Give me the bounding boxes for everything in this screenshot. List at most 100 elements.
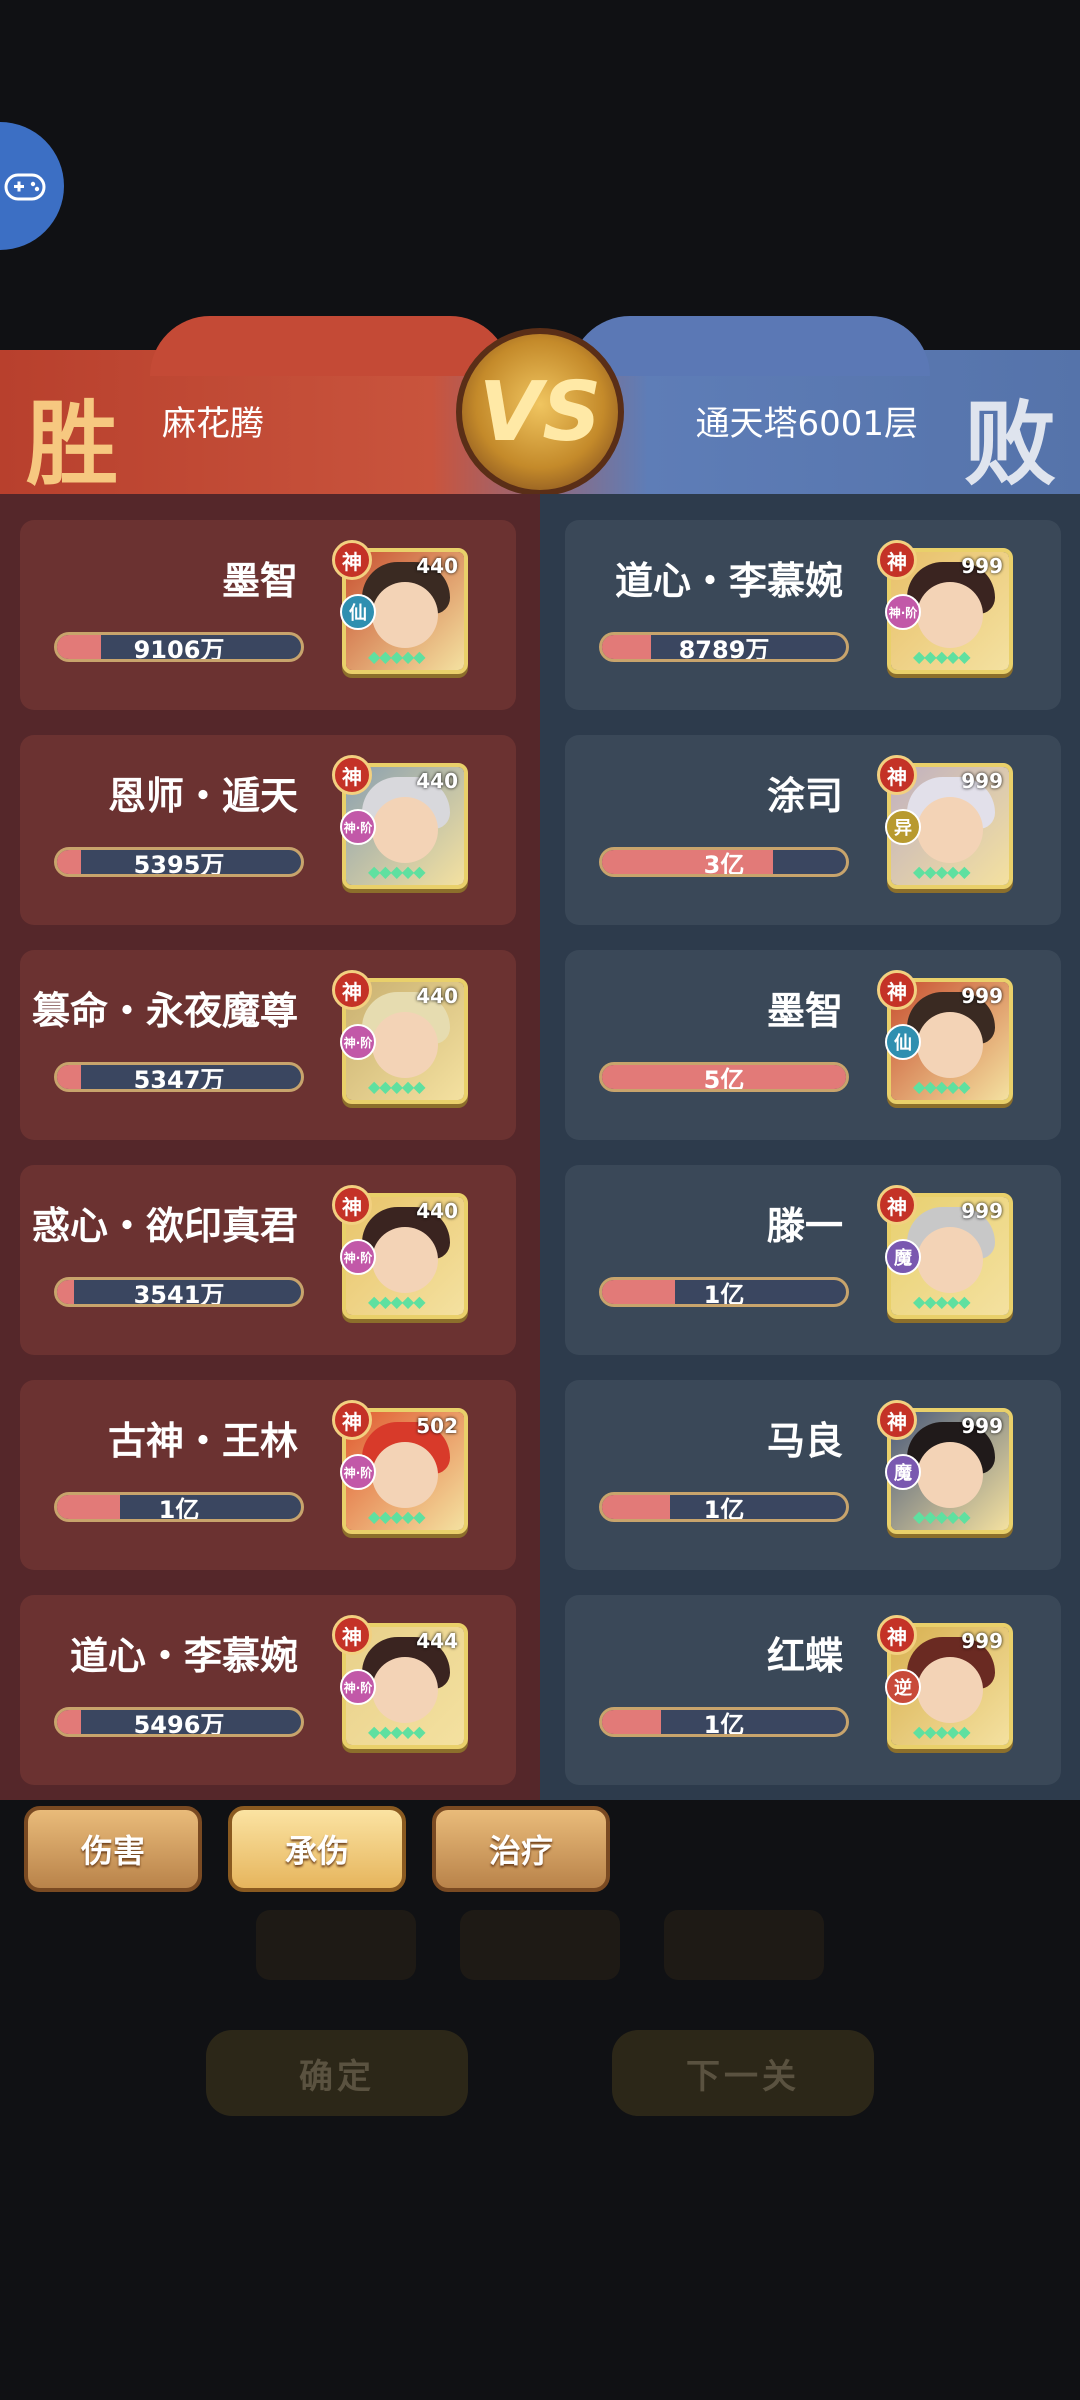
damage-bar: 5395万 xyxy=(54,847,304,877)
hero-level: 999 xyxy=(961,984,1003,1008)
portrait-face xyxy=(372,582,438,648)
enemy-hero-card[interactable]: 墨智 5亿 999 ◆◆◆◆◆ 神仙 xyxy=(565,950,1061,1140)
god-rank-icon: 神 xyxy=(877,755,917,795)
hero-name: 涂司 xyxy=(766,774,843,818)
flame-decoration-right xyxy=(570,316,930,376)
star-rank-icon: ◆◆◆◆◆ xyxy=(913,862,971,881)
star-rank-icon: ◆◆◆◆◆ xyxy=(913,1292,971,1311)
victory-label: 胜 xyxy=(26,390,119,498)
enemy-column: 道心・李慕婉 8789万 999 ◆◆◆◆◆ 神神·阶 涂司 3亿 999 ◆◆◆◆◆ 神异墨智 5… xyxy=(540,494,1080,1800)
enemy-hero-card[interactable]: 马良 1亿 999 ◆◆◆◆◆ 神魔 xyxy=(565,1380,1061,1570)
enemy-hero-card[interactable]: 红蝶 1亿 999 ◆◆◆◆◆ 神逆 xyxy=(565,1595,1061,1785)
defeat-label: 败 xyxy=(963,390,1056,498)
tab-damage-taken[interactable]: 承伤 xyxy=(228,1806,406,1892)
hero-level: 440 xyxy=(416,554,458,578)
tab-damage[interactable]: 伤害 xyxy=(24,1806,202,1892)
damage-bar: 1亿 xyxy=(54,1492,304,1522)
hero-name: 滕一 xyxy=(766,1204,843,1248)
race-badge-icon: 神·阶 xyxy=(340,1239,376,1275)
star-rank-icon: ◆◆◆◆◆ xyxy=(368,647,426,666)
hero-name: 道心・李慕婉 xyxy=(69,1634,298,1678)
race-badge-icon: 神·阶 xyxy=(340,809,376,845)
enemy-hero-card[interactable]: 滕一 1亿 999 ◆◆◆◆◆ 神魔 xyxy=(565,1165,1061,1355)
hero-name: 古神・王林 xyxy=(107,1419,298,1463)
damage-value: 5347万 xyxy=(133,1065,225,1092)
hero-name: 道心・李慕婉 xyxy=(614,559,843,603)
hero-name: 马良 xyxy=(766,1419,843,1463)
race-badge-icon: 异 xyxy=(885,809,921,845)
ally-hero-card[interactable]: 篡命・永夜魔尊 5347万 440 ◆◆◆◆◆ 神神·阶 xyxy=(20,950,516,1140)
portrait-face xyxy=(917,1012,983,1078)
damage-value: 1亿 xyxy=(703,1495,745,1522)
hero-level: 999 xyxy=(961,769,1003,793)
god-rank-icon: 神 xyxy=(877,1615,917,1655)
god-rank-icon: 神 xyxy=(332,540,372,580)
gamepad-icon xyxy=(4,173,46,201)
hero-name: 红蝶 xyxy=(766,1634,843,1678)
portrait-face xyxy=(372,797,438,863)
ally-column: 墨智 9106万 440 ◆◆◆◆◆ 神仙恩师・遁天 5395万 440 ◆◆◆◆◆ 神神·阶篡… xyxy=(0,494,540,1800)
damage-bar: 5347万 xyxy=(54,1062,304,1092)
star-rank-icon: ◆◆◆◆◆ xyxy=(368,1077,426,1096)
floating-gamepad-button[interactable] xyxy=(0,122,64,250)
confirm-button: 确定 xyxy=(206,2030,468,2116)
damage-value: 1亿 xyxy=(158,1495,200,1522)
ally-hero-card[interactable]: 古神・王林 1亿 502 ◆◆◆◆◆ 神神·阶 xyxy=(20,1380,516,1570)
god-rank-icon: 神 xyxy=(332,755,372,795)
ally-hero-card[interactable]: 墨智 9106万 440 ◆◆◆◆◆ 神仙 xyxy=(20,520,516,710)
hero-name: 墨智 xyxy=(766,989,843,1033)
portrait-face xyxy=(372,1227,438,1293)
portrait-face xyxy=(372,1012,438,1078)
damage-bar: 5496万 xyxy=(54,1707,304,1737)
hero-level: 999 xyxy=(961,554,1003,578)
star-rank-icon: ◆◆◆◆◆ xyxy=(913,1077,971,1096)
hero-name: 篡命・永夜魔尊 xyxy=(31,989,298,1033)
god-rank-icon: 神 xyxy=(332,1400,372,1440)
enemy-hero-card[interactable]: 涂司 3亿 999 ◆◆◆◆◆ 神异 xyxy=(565,735,1061,925)
stat-type-tabs: 伤害 承伤 治疗 xyxy=(0,1806,610,1902)
race-badge-icon: 神·阶 xyxy=(885,594,921,630)
battle-stats-panel: 胜 麻花腾 VS 通天塔6001层 败 墨智 9106万 440 ◆◆◆◆◆ 神仙恩师・… xyxy=(0,316,1080,1950)
player-name: 麻花腾 xyxy=(162,404,264,444)
god-rank-icon: 神 xyxy=(332,1185,372,1225)
portrait-face xyxy=(917,1442,983,1508)
portrait-face xyxy=(372,1442,438,1508)
god-rank-icon: 神 xyxy=(877,1400,917,1440)
hero-level: 444 xyxy=(416,1629,458,1653)
damage-bar: 9106万 xyxy=(54,632,304,662)
flame-decoration-left xyxy=(150,316,510,376)
hero-name: 墨智 xyxy=(221,559,298,603)
ally-hero-card[interactable]: 道心・李慕婉 5496万 444 ◆◆◆◆◆ 神神·阶 xyxy=(20,1595,516,1785)
damage-value: 9106万 xyxy=(133,635,225,662)
race-badge-icon: 神·阶 xyxy=(340,1454,376,1490)
race-badge-icon: 魔 xyxy=(885,1239,921,1275)
damage-bar: 5亿 xyxy=(599,1062,849,1092)
star-rank-icon: ◆◆◆◆◆ xyxy=(913,1507,971,1526)
damage-bar: 1亿 xyxy=(599,1707,849,1737)
race-badge-icon: 魔 xyxy=(885,1454,921,1490)
damage-value: 1亿 xyxy=(703,1710,745,1737)
hero-name: 惑心・欲印真君 xyxy=(31,1204,298,1248)
god-rank-icon: 神 xyxy=(877,970,917,1010)
hero-name: 恩师・遁天 xyxy=(107,774,298,818)
ally-hero-card[interactable]: 恩师・遁天 5395万 440 ◆◆◆◆◆ 神神·阶 xyxy=(20,735,516,925)
race-badge-icon: 仙 xyxy=(885,1024,921,1060)
damage-bar: 1亿 xyxy=(599,1277,849,1307)
damage-value: 1亿 xyxy=(703,1280,745,1307)
vs-badge: VS xyxy=(456,328,624,496)
damage-value: 5395万 xyxy=(133,850,225,877)
star-rank-icon: ◆◆◆◆◆ xyxy=(368,1292,426,1311)
god-rank-icon: 神 xyxy=(332,1615,372,1655)
damage-value: 5亿 xyxy=(703,1065,745,1092)
enemy-name: 通天塔6001层 xyxy=(695,404,918,444)
damage-value: 5496万 xyxy=(133,1710,225,1737)
ally-hero-card[interactable]: 惑心・欲印真君 3541万 440 ◆◆◆◆◆ 神神·阶 xyxy=(20,1165,516,1355)
hero-level: 999 xyxy=(961,1414,1003,1438)
enemy-hero-card[interactable]: 道心・李慕婉 8789万 999 ◆◆◆◆◆ 神神·阶 xyxy=(565,520,1061,710)
hero-level: 440 xyxy=(416,769,458,793)
tab-healing[interactable]: 治疗 xyxy=(432,1806,610,1892)
battle-header: 胜 麻花腾 VS 通天塔6001层 败 xyxy=(0,316,1080,498)
race-badge-icon: 逆 xyxy=(885,1669,921,1705)
damage-bar: 3541万 xyxy=(54,1277,304,1307)
next-level-button: 下一关 xyxy=(612,2030,874,2116)
